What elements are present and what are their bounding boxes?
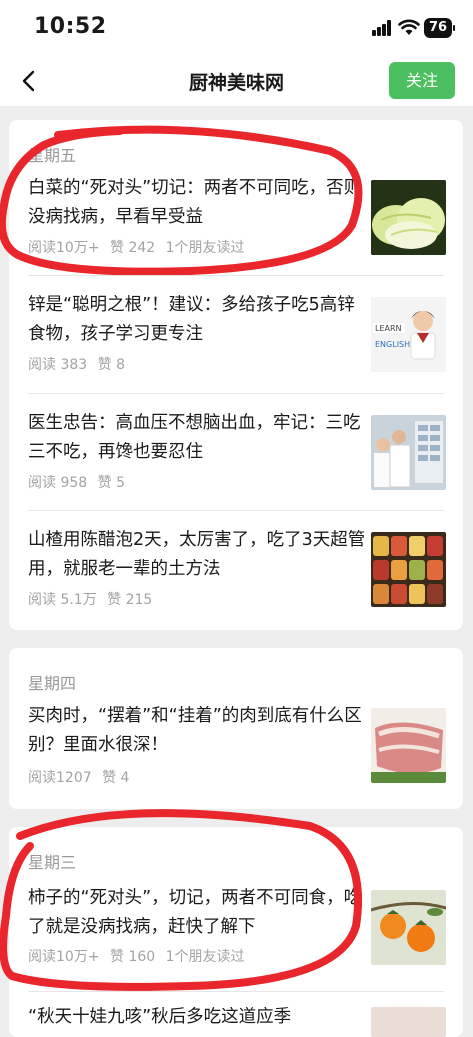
partial-image	[371, 1007, 446, 1037]
follow-button[interactable]: 关注	[389, 62, 455, 99]
read-count: 阅读10万+	[28, 240, 100, 256]
article-meta: 阅读 958 赞 5	[28, 472, 131, 492]
like-count: 赞 215	[107, 592, 153, 608]
article-meta: 阅读10万+ 赞 242 1个朋友读过	[28, 237, 251, 257]
article-title: 买肉时，“摆着”和“挂着”的肉到底有什么区别？里面水很深！	[28, 706, 362, 755]
like-count: 赞 160	[110, 949, 156, 965]
status-bar: 10:52 76	[0, 0, 473, 56]
divider	[28, 393, 444, 394]
friends-read: 1个朋友读过	[165, 949, 245, 965]
svg-text:LEARN: LEARN	[375, 324, 402, 333]
article-item[interactable]: 白菜的“死对头”切记：两者不可同吃，否则没病找病，早看早受益 阅读10万+ 赞 …	[28, 174, 446, 264]
article-title: 医生忠告：高血压不想脑出血，牢记：三吃三不吃，再馋也要忍住	[28, 413, 361, 462]
read-count: 阅读10万+	[28, 949, 100, 965]
doctors-image	[371, 415, 446, 490]
like-count: 赞 4	[102, 770, 130, 786]
day-card-thursday: 星期四 买肉时，“摆着”和“挂着”的肉到底有什么区别？里面水很深！ 阅读1207…	[9, 648, 463, 809]
article-item[interactable]: 医生忠告：高血压不想脑出血，牢记：三吃三不吃，再馋也要忍住 阅读 958 赞 5	[28, 409, 446, 499]
like-count: 赞 242	[110, 240, 156, 256]
divider	[28, 991, 444, 992]
day-card-wednesday: 星期三 柿子的“死对头”，切记，两者不可同食，吃了就是没病找病，赶快了解下 阅读…	[9, 827, 463, 1037]
divider	[28, 275, 444, 276]
article-title: 锌是“聪明之根”！建议：多给孩子吃5高锌食物，孩子学习更专注	[28, 295, 355, 344]
like-count: 赞 8	[97, 357, 125, 373]
read-count: 阅读 5.1万	[28, 592, 97, 608]
article-meta: 阅读10万+ 赞 160 1个朋友读过	[28, 946, 251, 966]
jars-image	[371, 532, 446, 607]
read-count: 阅读 383	[28, 357, 88, 373]
signal-icon	[372, 20, 392, 36]
status-time: 10:52	[34, 14, 107, 39]
read-count: 阅读 958	[28, 475, 88, 491]
wifi-icon	[398, 19, 420, 35]
article-title: 白菜的“死对头”切记：两者不可同吃，否则没病找病，早看早受益	[28, 178, 362, 227]
article-title: 柿子的“死对头”，切记，两者不可同食，吃了就是没病找病，赶快了解下	[28, 888, 362, 937]
article-meta: 阅读 5.1万 赞 215	[28, 589, 158, 609]
child-english-image: LEARN ENGLISH	[371, 297, 446, 372]
friends-read: 1个朋友读过	[165, 240, 245, 256]
read-count: 阅读1207	[28, 770, 92, 786]
article-item[interactable]: “秋天十娃九咳”秋后多吃这道应季	[28, 1003, 446, 1037]
like-count: 赞 5	[97, 475, 125, 491]
article-item[interactable]: 山楂用陈醋泡2天，太厉害了，吃了3天超管用，就服老一辈的土方法 阅读 5.1万 …	[28, 526, 446, 616]
persimmon-image	[371, 890, 446, 965]
article-item[interactable]: 锌是“聪明之根”！建议：多给孩子吃5高锌食物，孩子学习更专注 阅读 383 赞 …	[28, 291, 446, 381]
article-meta: 阅读 383 赞 8	[28, 354, 131, 374]
article-title: “秋天十娃九咳”秋后多吃这道应季	[28, 1007, 292, 1027]
cabbage-image	[371, 180, 446, 255]
article-meta: 阅读1207 赞 4	[28, 767, 135, 787]
article-item[interactable]: 买肉时，“摆着”和“挂着”的肉到底有什么区别？里面水很深！ 阅读1207 赞 4	[28, 702, 446, 797]
day-label: 星期三	[28, 853, 77, 872]
day-label: 星期四	[28, 674, 77, 693]
svg-text:ENGLISH: ENGLISH	[375, 340, 410, 349]
meat-image	[371, 708, 446, 783]
article-title: 山楂用陈醋泡2天，太厉害了，吃了3天超管用，就服老一辈的土方法	[28, 530, 366, 579]
day-card-friday: 星期五 白菜的“死对头”切记：两者不可同吃，否则没病找病，早看早受益 阅读10万…	[9, 120, 463, 630]
day-label: 星期五	[28, 146, 77, 165]
divider	[28, 510, 444, 511]
battery-icon: 76	[424, 18, 455, 38]
article-item[interactable]: 柿子的“死对头”，切记，两者不可同食，吃了就是没病找病，赶快了解下 阅读10万+…	[28, 884, 446, 974]
nav-bar: 厨神美味网 关注	[0, 56, 473, 106]
